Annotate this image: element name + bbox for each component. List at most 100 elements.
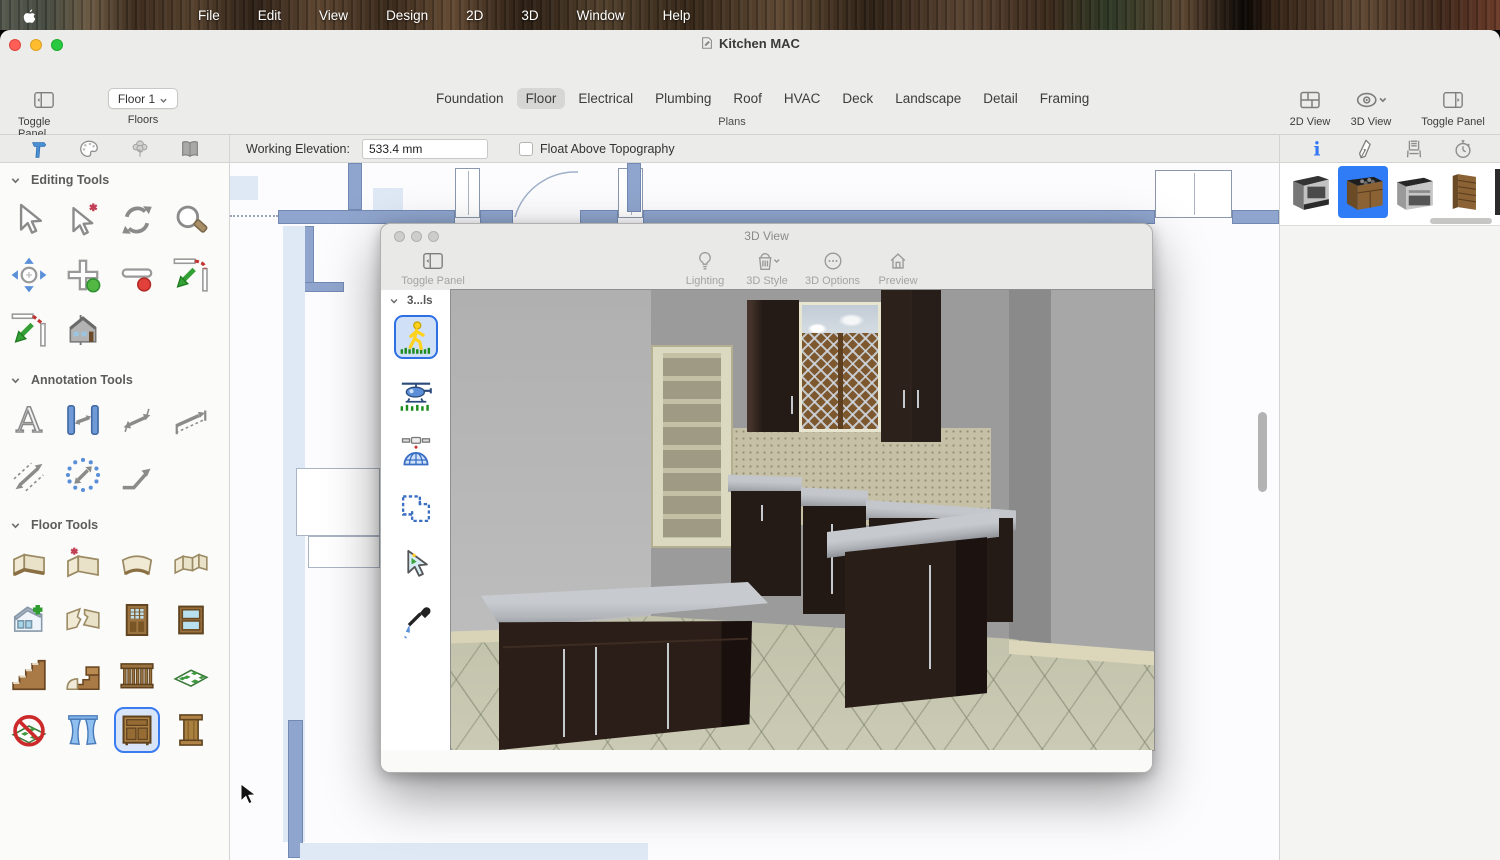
3d-tool-eyedropper[interactable] bbox=[394, 600, 438, 644]
toggle-panel-left-button[interactable]: Toggle Panel bbox=[18, 88, 70, 140]
tree-icon[interactable] bbox=[129, 138, 151, 160]
3d-tool-plan-camera[interactable] bbox=[394, 486, 438, 530]
tab-roof[interactable]: Roof bbox=[724, 88, 771, 109]
3d-tool-walkthrough[interactable] bbox=[394, 315, 438, 359]
tab-landscape[interactable]: Landscape bbox=[886, 88, 970, 109]
vertical-scrollbar[interactable] bbox=[1258, 412, 1267, 492]
tool-remove-object[interactable] bbox=[114, 252, 160, 298]
library-thumbnail-partial[interactable] bbox=[1495, 169, 1500, 215]
menu-window[interactable]: Window bbox=[577, 8, 625, 23]
2d-view-button[interactable]: 2D View bbox=[1282, 88, 1338, 128]
3d-tool-flyover[interactable] bbox=[394, 372, 438, 416]
palette-icon[interactable] bbox=[78, 138, 100, 160]
3d-tool-orbit[interactable] bbox=[394, 429, 438, 473]
plan-canvas[interactable]: Closet 3D View Toggle Panel Lighting3D S… bbox=[230, 163, 1279, 860]
3d-tools-header[interactable]: 3...ls bbox=[381, 290, 450, 311]
tool-text[interactable]: A bbox=[6, 397, 52, 443]
tool-pan[interactable] bbox=[6, 252, 52, 298]
tool-point-dimension[interactable] bbox=[6, 452, 52, 498]
panel-tab-stopwatch-icon[interactable] bbox=[1452, 138, 1474, 160]
secondary-toolbar: Working Elevation: Float Above Topograph… bbox=[0, 135, 1500, 163]
hammer-icon[interactable] bbox=[28, 138, 50, 160]
menu-view[interactable]: View bbox=[319, 8, 348, 23]
library-item-range-oven[interactable] bbox=[1286, 166, 1336, 218]
tool-interior-dimension[interactable] bbox=[60, 397, 106, 443]
menu-file[interactable]: File bbox=[198, 8, 220, 23]
tool-angular-dimension[interactable] bbox=[168, 397, 214, 443]
toggle-panel-right-button[interactable]: Toggle Panel bbox=[1412, 88, 1494, 128]
tool-accent-fillet[interactable] bbox=[168, 252, 214, 298]
3d-3d-options-button[interactable]: 3D Options bbox=[805, 250, 860, 287]
tool-door[interactable] bbox=[114, 597, 160, 643]
3d-tool-select3d[interactable] bbox=[394, 543, 438, 587]
3d-lighting-button[interactable]: Lighting bbox=[681, 250, 729, 287]
tool-wall-special[interactable] bbox=[60, 542, 106, 588]
3d-toggle-panel-button[interactable]: Toggle Panel bbox=[403, 250, 463, 287]
tool-select-similar[interactable] bbox=[60, 197, 106, 243]
chevron-down-icon bbox=[10, 175, 21, 186]
tool-room[interactable] bbox=[6, 597, 52, 643]
menu-2d[interactable]: 2D bbox=[466, 8, 483, 23]
3d-viewport[interactable] bbox=[451, 290, 1154, 750]
section-header-floor-tools[interactable]: Floor Tools bbox=[0, 508, 229, 538]
section-header-editing-tools[interactable]: Editing Tools bbox=[0, 163, 229, 193]
float-above-topography-checkbox[interactable] bbox=[519, 142, 533, 156]
tab-plumbing[interactable]: Plumbing bbox=[646, 88, 720, 109]
panel-tab-info-icon[interactable]: i bbox=[1306, 138, 1328, 160]
options-icon bbox=[819, 250, 847, 272]
tool-stairs-landing[interactable] bbox=[60, 652, 106, 698]
tool-select[interactable] bbox=[6, 197, 52, 243]
tool-leader-line[interactable] bbox=[114, 452, 160, 498]
tool-multiple-walls[interactable] bbox=[168, 542, 214, 588]
tool-zoom[interactable] bbox=[168, 197, 214, 243]
menu-design[interactable]: Design bbox=[386, 8, 428, 23]
tool-stairs[interactable] bbox=[6, 652, 52, 698]
3d-3d-style-button[interactable]: 3D Style bbox=[743, 250, 791, 287]
tool-accent-chamfer[interactable] bbox=[6, 307, 52, 353]
tool-floor-none[interactable] bbox=[6, 707, 52, 753]
tool-wall-break[interactable] bbox=[60, 597, 106, 643]
floors-dropdown[interactable]: Floor 1 bbox=[108, 88, 178, 109]
menu-edit[interactable]: Edit bbox=[258, 8, 281, 23]
tool-soffit[interactable] bbox=[60, 707, 106, 753]
tab-electrical[interactable]: Electrical bbox=[569, 88, 642, 109]
tool-base-cabinet[interactable] bbox=[114, 707, 160, 753]
3d-preview-button[interactable]: Preview bbox=[874, 250, 922, 287]
thumbnails-scrollbar[interactable] bbox=[1430, 218, 1492, 224]
tab-detail[interactable]: Detail bbox=[974, 88, 1027, 109]
tool-radial-dimension[interactable] bbox=[60, 452, 106, 498]
render-window-lattice bbox=[799, 302, 881, 432]
menu-3d[interactable]: 3D bbox=[521, 8, 538, 23]
tool-railing[interactable] bbox=[114, 652, 160, 698]
3d-window-footer bbox=[381, 750, 1152, 772]
apple-logo-icon[interactable] bbox=[20, 7, 36, 24]
tab-hvac[interactable]: HVAC bbox=[775, 88, 830, 109]
panel-tab-pen-icon[interactable] bbox=[1355, 138, 1377, 160]
library-item-tall-cabinet[interactable] bbox=[1442, 166, 1492, 218]
book-icon[interactable] bbox=[179, 138, 201, 160]
tool-end-dimension[interactable] bbox=[114, 397, 160, 443]
plan-wall bbox=[348, 163, 362, 210]
tab-floor[interactable]: Floor bbox=[517, 88, 566, 109]
tool-replace[interactable] bbox=[114, 197, 160, 243]
tool-window[interactable] bbox=[168, 597, 214, 643]
library-item-cooktop-base-cabinet[interactable] bbox=[1338, 166, 1388, 218]
section-header-annotation-tools[interactable]: Annotation Tools bbox=[0, 363, 229, 393]
tool-cross-section[interactable] bbox=[60, 307, 106, 353]
tool-curved-wall[interactable] bbox=[114, 542, 160, 588]
floors-label: Floors bbox=[108, 114, 178, 126]
panel-tab-chair-icon[interactable] bbox=[1403, 138, 1425, 160]
tool-column[interactable] bbox=[168, 707, 214, 753]
tab-foundation[interactable]: Foundation bbox=[427, 88, 513, 109]
library-item-gas-range[interactable] bbox=[1390, 166, 1440, 218]
tool-wall[interactable] bbox=[6, 542, 52, 588]
tool-add-object[interactable] bbox=[60, 252, 106, 298]
tab-framing[interactable]: Framing bbox=[1031, 88, 1099, 109]
3d-view-window[interactable]: 3D View Toggle Panel Lighting3D Style3D … bbox=[380, 223, 1153, 773]
tab-deck[interactable]: Deck bbox=[833, 88, 882, 109]
menu-help[interactable]: Help bbox=[663, 8, 691, 23]
tool-floor-material[interactable] bbox=[168, 652, 214, 698]
working-elevation-input[interactable] bbox=[362, 139, 488, 159]
3d-view-eye-icon bbox=[1355, 88, 1387, 112]
3d-view-button[interactable]: 3D View bbox=[1340, 88, 1402, 128]
